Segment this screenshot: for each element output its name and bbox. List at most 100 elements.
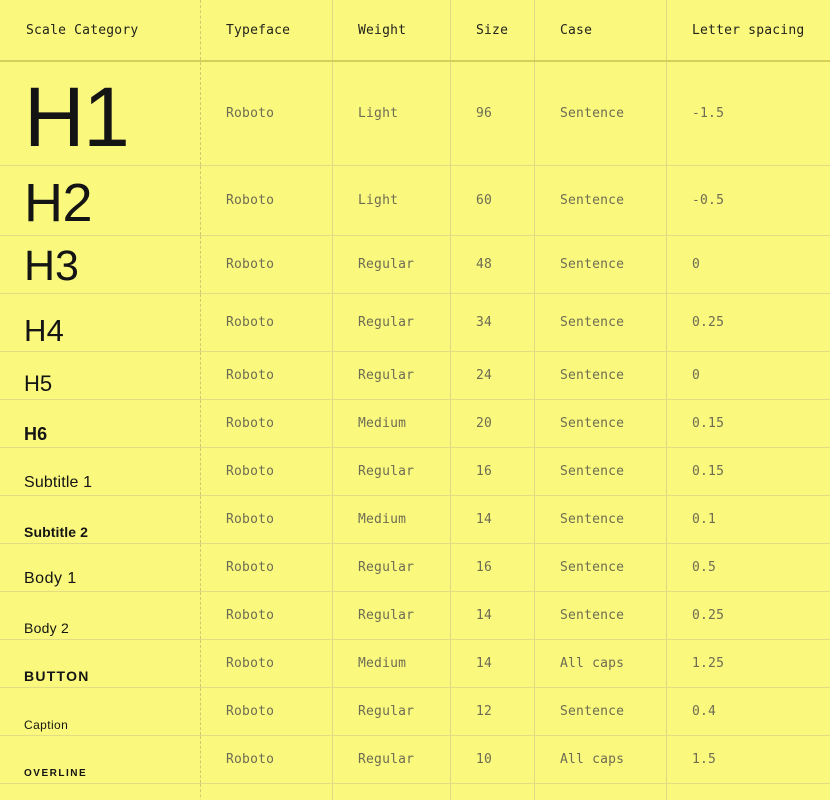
case-value-text: Sentence [560, 106, 625, 121]
column-header-label: Size [476, 22, 509, 38]
column-header-size: Size [450, 0, 534, 60]
size-value-text: 60 [476, 193, 493, 208]
case-value-text: Sentence [560, 560, 625, 575]
type-scale-table: Scale Category Typeface Weight Size Case… [0, 0, 830, 800]
size-value: 48 [450, 236, 534, 293]
letter-spacing-value-text: 0 [692, 368, 701, 383]
weight-value [332, 784, 450, 800]
table-row: H6 Roboto Medium 20 Sentence 0.15 [0, 400, 830, 448]
scale-sample-text: H1 [24, 70, 130, 165]
table-row: Body 1 Roboto Regular 16 Sentence 0.5 [0, 544, 830, 592]
letter-spacing-value-text: 1.25 [692, 656, 725, 671]
scale-sample: H6 [0, 400, 200, 447]
table-row: H4 Roboto Regular 34 Sentence 0.25 [0, 294, 830, 352]
weight-value-text: Regular [358, 368, 415, 383]
scale-sample-text: Subtitle 2 [24, 523, 89, 540]
column-header-label: Scale Category [26, 22, 139, 38]
typeface-value-text: Roboto [226, 368, 275, 383]
scale-sample-text: Body 1 [24, 569, 77, 587]
scale-sample: Subtitle 1 [0, 448, 200, 495]
size-value: 14 [450, 496, 534, 543]
size-value-text: 14 [476, 656, 493, 671]
weight-value: Regular [332, 448, 450, 495]
size-value: 16 [450, 448, 534, 495]
column-header-label: Weight [358, 22, 407, 38]
case-value: Sentence [534, 62, 666, 165]
weight-value: Regular [332, 352, 450, 399]
case-value: All caps [534, 736, 666, 783]
case-value: Sentence [534, 400, 666, 447]
scale-sample: BUTTON [0, 640, 200, 687]
size-value: 60 [450, 166, 534, 235]
size-value-text: 48 [476, 257, 493, 272]
size-value: 14 [450, 592, 534, 639]
column-header-label: Case [560, 22, 593, 38]
table-row: Subtitle 2 Roboto Medium 14 Sentence 0.1 [0, 496, 830, 544]
table-row: H2 Roboto Light 60 Sentence -0.5 [0, 166, 830, 236]
size-value: 96 [450, 62, 534, 165]
weight-value: Light [332, 62, 450, 165]
weight-value: Light [332, 166, 450, 235]
weight-value-text: Regular [358, 464, 415, 479]
typeface-value: Roboto [200, 544, 332, 591]
case-value-text: Sentence [560, 608, 625, 623]
scale-sample-text: OVERLINE [24, 767, 88, 779]
letter-spacing-value-text: -1.5 [692, 106, 725, 121]
typeface-value: Roboto [200, 688, 332, 735]
typeface-value: Roboto [200, 62, 332, 165]
case-value-text: Sentence [560, 315, 625, 330]
typeface-value-text: Roboto [226, 464, 275, 479]
letter-spacing-value: 0 [666, 236, 830, 293]
typeface-value: Roboto [200, 592, 332, 639]
scale-sample-text: H6 [24, 423, 48, 444]
weight-value-text: Medium [358, 512, 407, 527]
weight-value: Regular [332, 688, 450, 735]
size-value-text: 14 [476, 512, 493, 527]
size-value-text: 96 [476, 106, 493, 121]
size-value: 16 [450, 544, 534, 591]
case-value-text: Sentence [560, 257, 625, 272]
case-value: Sentence [534, 688, 666, 735]
letter-spacing-value-text: -0.5 [692, 193, 725, 208]
scale-sample-text: Caption [24, 717, 69, 732]
typeface-value: Roboto [200, 352, 332, 399]
letter-spacing-value-text: 0.5 [692, 560, 717, 575]
scale-sample [0, 784, 200, 800]
letter-spacing-value-text: 1.5 [692, 752, 717, 767]
weight-value: Regular [332, 544, 450, 591]
weight-value: Regular [332, 236, 450, 293]
table-row: BUTTON Roboto Medium 14 All caps 1.25 [0, 640, 830, 688]
case-value-text: All caps [560, 752, 625, 767]
size-value: 24 [450, 352, 534, 399]
weight-value-text: Regular [358, 704, 415, 719]
typeface-value: Roboto [200, 640, 332, 687]
column-header-label: Typeface [226, 22, 291, 38]
typeface-value-text: Roboto [226, 656, 275, 671]
typeface-value: Roboto [200, 736, 332, 783]
size-value [450, 784, 534, 800]
column-header-scale-category: Scale Category [0, 0, 200, 60]
letter-spacing-value: 0.1 [666, 496, 830, 543]
size-value-text: 24 [476, 368, 493, 383]
size-value-text: 34 [476, 315, 493, 330]
weight-value-text: Regular [358, 560, 415, 575]
column-header-letter-spacing: Letter spacing [666, 0, 830, 60]
typeface-value: Roboto [200, 496, 332, 543]
letter-spacing-value: 1.5 [666, 736, 830, 783]
size-value-text: 12 [476, 704, 493, 719]
typeface-value: Roboto [200, 166, 332, 235]
typeface-value-text: Roboto [226, 315, 275, 330]
weight-value-text: Medium [358, 656, 407, 671]
table-row: Body 2 Roboto Regular 14 Sentence 0.25 [0, 592, 830, 640]
size-value: 20 [450, 400, 534, 447]
column-header-case: Case [534, 0, 666, 60]
case-value-text: Sentence [560, 704, 625, 719]
letter-spacing-value: 0.4 [666, 688, 830, 735]
case-value-text: Sentence [560, 512, 625, 527]
scale-sample-text: H5 [24, 370, 53, 396]
case-value: Sentence [534, 448, 666, 495]
size-value: 34 [450, 294, 534, 351]
scale-sample-text: H3 [24, 242, 79, 291]
scale-sample: H5 [0, 352, 200, 399]
weight-value-text: Light [358, 106, 399, 121]
